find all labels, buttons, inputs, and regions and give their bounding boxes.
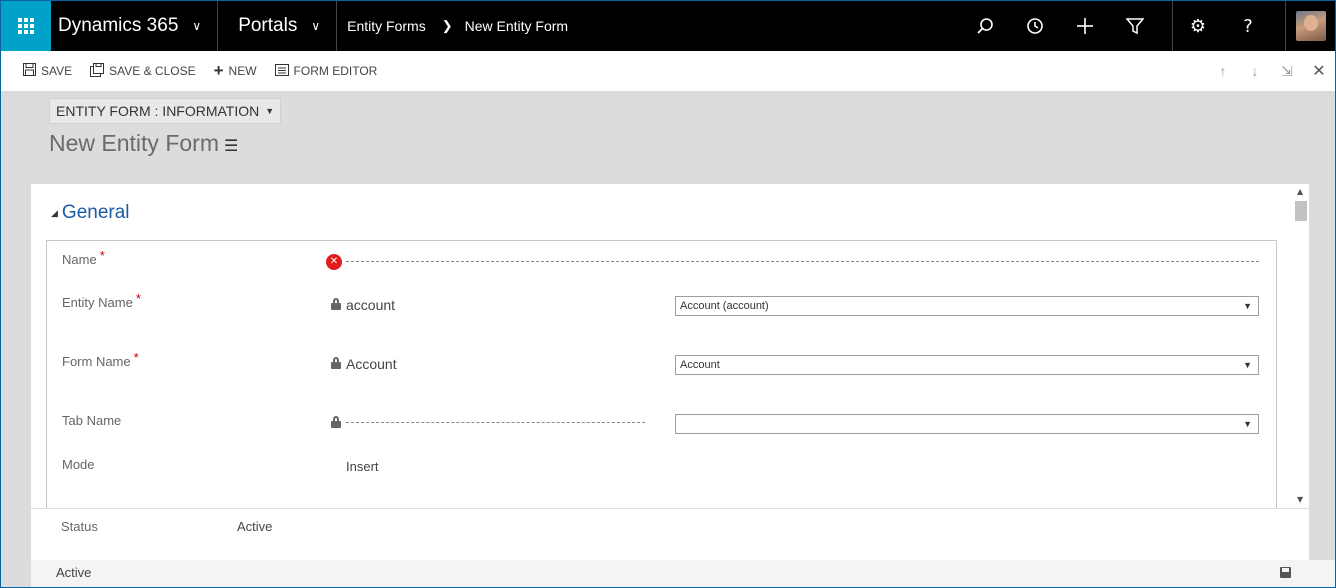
status-bar-text: Active: [56, 565, 92, 580]
close-icon[interactable]: ✕: [1303, 61, 1335, 81]
page-title: New Entity Form: [49, 130, 219, 156]
form-name-label: Form Name *: [62, 350, 139, 369]
caret-down-icon: ▼: [265, 106, 275, 116]
name-label: Name *: [62, 248, 105, 267]
breadcrumb-current: New Entity Form: [464, 18, 569, 34]
error-icon: ✕: [326, 254, 342, 270]
save-button[interactable]: SAVE: [23, 63, 72, 79]
nav-divider: [1285, 1, 1286, 51]
plus-icon: +: [213, 61, 224, 80]
form-name-value: Account: [346, 356, 397, 372]
top-navigation-bar: Dynamics 365 ∨ Portals ∨ Entity Forms ❯ …: [1, 1, 1335, 51]
entity-name-select-value: Account (account): [680, 300, 769, 312]
name-input[interactable]: [346, 261, 1259, 262]
entity-name-value: account: [346, 297, 396, 313]
scroll-thumb[interactable]: [1295, 201, 1307, 221]
dropdown-arrow-icon: ▼: [1243, 301, 1252, 311]
area-switcher[interactable]: Portals ∨: [218, 1, 338, 51]
scroll-down-icon[interactable]: ▼: [1297, 495, 1303, 504]
form-selector-label: ENTITY FORM : INFORMATION: [56, 103, 260, 119]
area-title: Portals: [238, 15, 298, 36]
vertical-scrollbar[interactable]: ▲ ▼: [1293, 184, 1309, 508]
save-close-icon: [90, 62, 105, 80]
form-editor-label: FORM EDITOR: [293, 64, 378, 78]
avatar[interactable]: [1296, 11, 1326, 41]
required-indicator: *: [99, 248, 105, 263]
required-indicator: *: [133, 350, 139, 365]
tab-name-select[interactable]: ▼: [675, 414, 1259, 434]
mode-value[interactable]: Insert: [346, 459, 379, 474]
record-menu-icon[interactable]: ☰: [224, 136, 238, 155]
tab-name-input: [346, 422, 645, 423]
required-indicator: *: [135, 291, 141, 306]
form-selector-dropdown[interactable]: ENTITY FORM : INFORMATION ▼: [49, 98, 282, 124]
command-bar: SAVE SAVE & CLOSE + NEW FORM EDITOR ↑ ↓ …: [1, 51, 1335, 91]
save-close-button[interactable]: SAVE & CLOSE: [90, 62, 196, 80]
scroll-up-icon[interactable]: ▲: [1297, 187, 1303, 196]
save-icon: [23, 63, 36, 79]
history-icon[interactable]: [1010, 1, 1060, 51]
new-label: NEW: [228, 64, 257, 78]
name-label-text: Name: [62, 252, 97, 267]
form-name-select[interactable]: Account ▼: [675, 355, 1259, 375]
app-switcher[interactable]: Dynamics 365 ∨: [51, 1, 219, 51]
section-title: General: [61, 202, 130, 223]
lock-icon: [331, 416, 341, 428]
gear-icon[interactable]: ⚙: [1173, 1, 1223, 51]
arrow-up-icon[interactable]: ↑: [1207, 63, 1239, 79]
status-value[interactable]: Active: [237, 519, 272, 534]
status-label: Status: [61, 519, 98, 534]
form-name-select-value: Account: [680, 359, 720, 371]
popout-icon[interactable]: ⇲: [1271, 63, 1303, 80]
form-editor-icon: [274, 63, 289, 79]
entity-name-select[interactable]: Account (account) ▼: [675, 296, 1259, 316]
dropdown-arrow-icon: ▼: [1243, 360, 1252, 370]
chevron-down-icon: ∨: [192, 19, 202, 33]
entity-name-label-text: Entity Name: [62, 295, 133, 310]
plus-icon[interactable]: [1060, 1, 1110, 51]
form-editor-button[interactable]: FORM EDITOR: [274, 63, 378, 79]
save-label: SAVE: [41, 64, 73, 78]
save-close-label: SAVE & CLOSE: [109, 64, 196, 78]
chevron-down-icon: ∨: [311, 19, 321, 33]
arrow-down-icon[interactable]: ↓: [1239, 63, 1271, 79]
search-icon[interactable]: [960, 1, 1010, 51]
mode-label: Mode: [62, 457, 95, 472]
chevron-right-icon: ❯: [441, 18, 453, 33]
filter-icon[interactable]: [1110, 1, 1160, 51]
breadcrumb: Entity Forms ❯ New Entity Form: [337, 18, 568, 34]
collapse-triangle-icon: ◢: [51, 207, 58, 218]
lock-icon: [331, 357, 341, 369]
app-title: Dynamics 365: [58, 15, 179, 36]
lock-icon: [331, 298, 341, 310]
entity-name-label: Entity Name *: [62, 291, 141, 310]
help-icon[interactable]: ?: [1223, 1, 1273, 51]
form-name-label-text: Form Name: [62, 354, 131, 369]
breadcrumb-entity-forms[interactable]: Entity Forms: [347, 18, 426, 34]
new-button[interactable]: + NEW: [214, 61, 257, 81]
save-icon[interactable]: [1280, 567, 1291, 578]
section-toggle[interactable]: ◢ General: [51, 202, 130, 224]
dropdown-arrow-icon: ▼: [1243, 419, 1252, 429]
status-bar: [31, 560, 1335, 587]
waffle-icon[interactable]: [1, 1, 51, 51]
footer-status-row: [31, 508, 1309, 560]
tab-name-label: Tab Name: [62, 413, 122, 428]
